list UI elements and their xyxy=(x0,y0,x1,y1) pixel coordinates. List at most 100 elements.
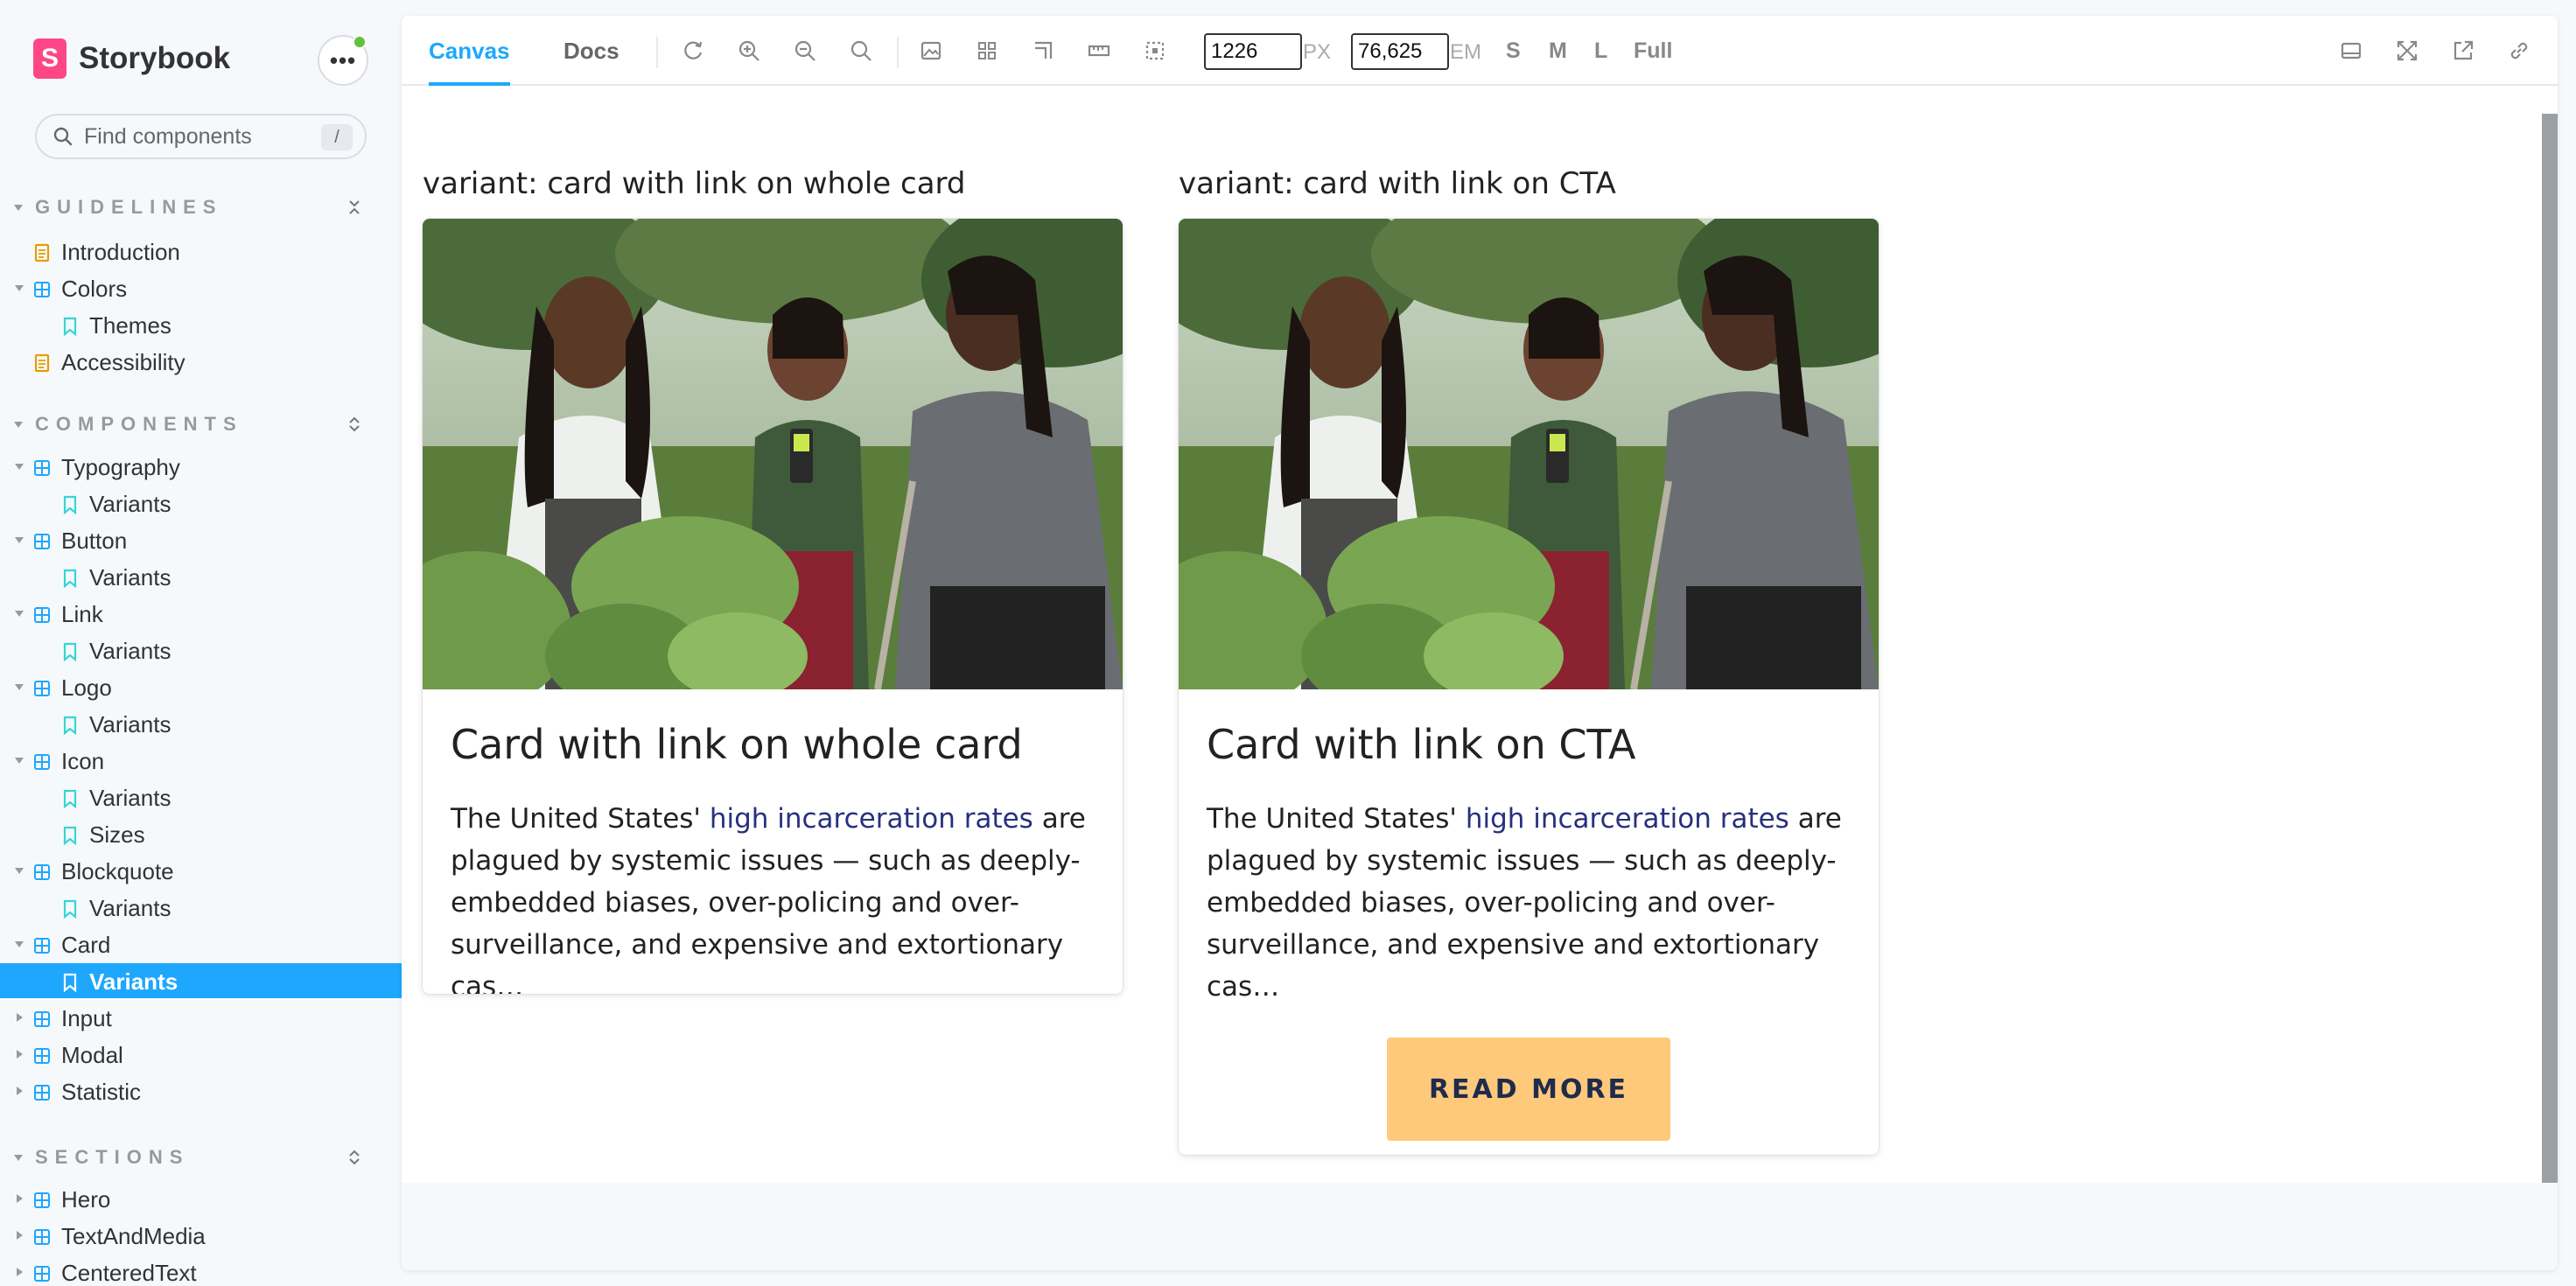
sidebar-item-link[interactable]: Link xyxy=(0,596,402,631)
viewport-m-button[interactable]: M xyxy=(1549,38,1567,64)
card-body-link[interactable]: high incarceration rates xyxy=(710,803,1033,835)
sidebar-item-typography[interactable]: Typography xyxy=(0,449,402,484)
sidebar-item-button[interactable]: Button xyxy=(0,522,402,557)
brand[interactable]: S Storybook xyxy=(33,38,230,79)
toolbar-divider xyxy=(897,37,899,68)
component-icon xyxy=(33,1189,51,1208)
zoom-out-icon[interactable] xyxy=(793,38,817,63)
section-header-guidelines[interactable]: GUIDELINES xyxy=(14,194,364,220)
caret-right-icon[interactable] xyxy=(17,1050,23,1059)
caret-down-icon[interactable] xyxy=(15,868,24,874)
read-more-button[interactable]: READ MORE xyxy=(1387,1038,1670,1141)
sidebar-item-label: Typography xyxy=(61,454,180,480)
sidebar-item-colors[interactable]: Colors xyxy=(0,270,402,305)
copy-link-icon[interactable] xyxy=(2507,38,2531,63)
fullscreen-icon[interactable] xyxy=(2395,38,2419,63)
sidebar-item-input[interactable]: Input xyxy=(0,1000,402,1035)
caret-right-icon[interactable] xyxy=(17,1087,23,1095)
caret-down-icon[interactable] xyxy=(15,285,24,291)
bookmark-icon xyxy=(61,567,79,589)
sidebar-item-accessibility[interactable]: Accessibility xyxy=(0,344,402,379)
settings-menu-button[interactable]: ••• xyxy=(318,35,368,86)
sidebar-item-label: Modal xyxy=(61,1042,123,1068)
outline-icon[interactable] xyxy=(1031,38,1055,63)
expand-collapse-icon[interactable] xyxy=(345,415,364,434)
background-icon[interactable] xyxy=(919,38,943,63)
sidebar-item-variants[interactable]: Variants xyxy=(0,633,402,667)
caret-down-icon[interactable] xyxy=(15,611,24,617)
sidebar-item-variants[interactable]: Variants xyxy=(0,706,402,741)
sidebar-item-label: Logo xyxy=(61,674,112,701)
component-icon xyxy=(33,278,51,297)
reload-icon[interactable] xyxy=(681,38,705,63)
collapse-icon[interactable] xyxy=(345,198,364,217)
sidebar-item-card[interactable]: Card xyxy=(0,926,402,961)
document-icon xyxy=(33,241,51,262)
caret-right-icon[interactable] xyxy=(17,1268,23,1276)
open-new-tab-icon[interactable] xyxy=(2451,38,2475,63)
sidebar-item-centeredtext[interactable]: CenteredText xyxy=(0,1255,402,1286)
sidebar-item-label: Hero xyxy=(61,1186,111,1213)
caret-down-icon[interactable] xyxy=(15,537,24,543)
sidebar-item-themes[interactable]: Themes xyxy=(0,307,402,342)
caret-down-icon[interactable] xyxy=(15,758,24,764)
em-unit: EM xyxy=(1450,40,1481,64)
toolbar-divider xyxy=(656,37,658,68)
zoom-reset-icon[interactable] xyxy=(849,38,873,63)
viewport-icon[interactable] xyxy=(1143,38,1167,63)
sidebar-item-variants[interactable]: Variants xyxy=(0,890,402,925)
section-header-components[interactable]: COMPONENTS xyxy=(14,411,364,437)
caret-down-icon[interactable] xyxy=(15,464,24,470)
tab-canvas[interactable]: Canvas xyxy=(429,16,510,86)
card-photo xyxy=(1179,219,1879,689)
caret-down-icon[interactable] xyxy=(15,684,24,690)
em-input[interactable] xyxy=(1351,33,1449,70)
width-unit: PX xyxy=(1303,40,1332,64)
sidebar-item-logo[interactable]: Logo xyxy=(0,669,402,704)
caret-right-icon[interactable] xyxy=(17,1231,23,1240)
sidebar-item-variants[interactable]: Variants xyxy=(0,486,402,521)
section-header-sections[interactable]: SECTIONS xyxy=(14,1144,364,1171)
toggle-addons-icon[interactable] xyxy=(2339,38,2363,63)
sidebar-item-label: Variants xyxy=(89,785,172,811)
sidebar-item-modal[interactable]: Modal xyxy=(0,1037,402,1072)
sidebar-item-label: Variants xyxy=(89,564,172,591)
grid-icon[interactable] xyxy=(975,38,999,63)
sidebar-item-variants[interactable]: Variants xyxy=(0,779,402,814)
card-cta-link: Card with link on CTA The United States'… xyxy=(1179,219,1879,1155)
caret-right-icon[interactable] xyxy=(17,1013,23,1022)
tab-docs[interactable]: Docs xyxy=(564,16,620,86)
bookmark-icon xyxy=(61,315,79,337)
component-icon xyxy=(33,1008,51,1027)
sidebar-item-hero[interactable]: Hero xyxy=(0,1181,402,1216)
viewport-s-button[interactable]: S xyxy=(1506,38,1521,64)
sidebar-item-textandmedia[interactable]: TextAndMedia xyxy=(0,1218,402,1253)
toolbar: Canvas Docs 1226 PX 76,625 EM S M L Full xyxy=(402,16,2558,86)
sidebar-item-statistic[interactable]: Statistic xyxy=(0,1073,402,1108)
zoom-in-icon[interactable] xyxy=(737,38,761,63)
sidebar-item-label: Link xyxy=(61,601,103,627)
card-whole-link[interactable]: Card with link on whole card The United … xyxy=(423,219,1123,994)
measure-icon[interactable] xyxy=(1087,38,1111,63)
card-body-text: The United States' xyxy=(1207,803,1466,835)
bookmark-icon xyxy=(61,971,79,993)
caret-right-icon[interactable] xyxy=(17,1194,23,1203)
sidebar-item-blockquote[interactable]: Blockquote xyxy=(0,853,402,888)
sidebar-item-label: Variants xyxy=(89,491,172,517)
sidebar-item-sizes[interactable]: Sizes xyxy=(0,816,402,851)
sidebar-item-introduction[interactable]: Introduction xyxy=(0,234,402,269)
search-input[interactable] xyxy=(84,123,312,150)
expand-collapse-icon[interactable] xyxy=(345,1148,364,1167)
section-title: GUIDELINES xyxy=(35,196,223,218)
sidebar-item-label: Variants xyxy=(89,638,172,664)
search-box[interactable]: / xyxy=(35,114,367,159)
canvas-scrollbar[interactable] xyxy=(2542,114,2558,1183)
viewport-l-button[interactable]: L xyxy=(1594,38,1607,64)
sidebar-item-icon[interactable]: Icon xyxy=(0,743,402,778)
sidebar-item-variants[interactable]: Variants xyxy=(0,963,402,998)
sidebar-item-variants[interactable]: Variants xyxy=(0,559,402,594)
card-body-link[interactable]: high incarceration rates xyxy=(1466,803,1789,835)
caret-down-icon[interactable] xyxy=(15,941,24,947)
width-input[interactable] xyxy=(1204,33,1302,70)
viewport-full-button[interactable]: Full xyxy=(1634,38,1672,64)
